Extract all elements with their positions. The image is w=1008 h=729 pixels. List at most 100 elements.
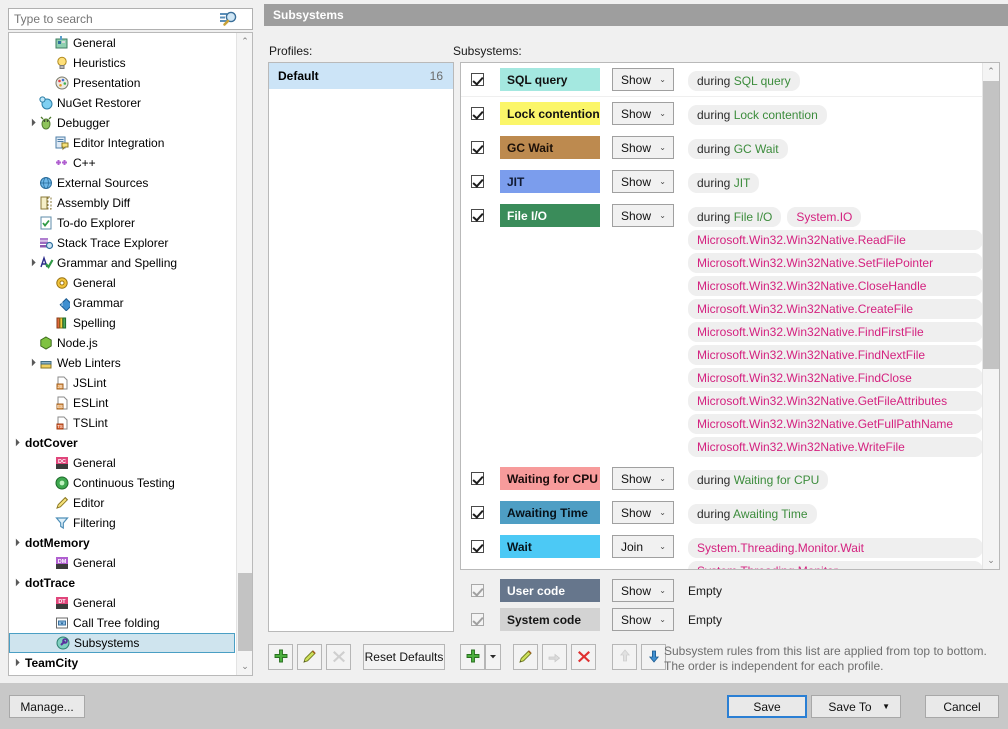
tree-item-general[interactable]: General xyxy=(9,33,237,53)
subsystem-action-dropdown[interactable]: Show⌄ xyxy=(612,608,674,631)
subsystem-method-tag[interactable]: System.Threading.Monitor.Wait xyxy=(688,538,983,558)
profiles-list[interactable]: Default16 xyxy=(268,62,454,632)
tree-item-nuget-restorer[interactable]: NuGet Restorer xyxy=(9,93,237,113)
reset-defaults-button[interactable]: Reset Defaults xyxy=(363,644,445,670)
subsystem-row[interactable]: Lock contentionShow⌄during Lock contenti… xyxy=(461,97,983,131)
tree-item-spelling[interactable]: Spelling xyxy=(9,313,237,333)
subsystem-method-tag[interactable]: System.IO xyxy=(787,207,861,227)
tree-item-editor-integration[interactable]: Editor Integration xyxy=(9,133,237,153)
subsystem-checkbox[interactable] xyxy=(471,472,484,485)
tree-item-external-sources[interactable]: External Sources xyxy=(9,173,237,193)
subsystem-row[interactable]: JITShow⌄during JIT xyxy=(461,165,983,199)
tree-item-grammar-and-spelling[interactable]: ◢Grammar and Spelling xyxy=(9,253,237,273)
tree-item-editor[interactable]: Editor xyxy=(9,493,237,513)
tree-item-stack-trace-explorer[interactable]: Stack Trace Explorer xyxy=(9,233,237,253)
cancel-button[interactable]: Cancel xyxy=(925,695,999,718)
tree-item-continuous-testing[interactable]: Continuous Testing xyxy=(9,473,237,493)
subsystem-method-tag[interactable]: Microsoft.Win32.Win32Native.CloseHandle xyxy=(688,276,983,296)
subsystem-action-dropdown[interactable]: Show⌄ xyxy=(612,68,674,91)
subsystem-method-tag[interactable]: Microsoft.Win32.Win32Native.WriteFile xyxy=(688,437,983,457)
tree-item-node-js[interactable]: Node.js xyxy=(9,333,237,353)
subsystem-action-dropdown[interactable]: Show⌄ xyxy=(612,102,674,125)
subsystem-row[interactable]: Awaiting TimeShow⌄during Awaiting Time xyxy=(461,496,983,530)
tree-item-tslint[interactable]: TSTSLint xyxy=(9,413,237,433)
subsystem-action-dropdown[interactable]: Show⌄ xyxy=(612,170,674,193)
builtin-subsystem-row[interactable]: User codeShow⌄Empty xyxy=(460,576,1000,605)
subsystem-action-dropdown[interactable]: Show⌄ xyxy=(612,136,674,159)
tree-item-dotmemory[interactable]: ◢dotMemory xyxy=(9,533,237,553)
subsystem-row[interactable]: WaitJoin⌄System.Threading.Monitor.WaitSy… xyxy=(461,530,983,569)
edit-subsystem-button[interactable] xyxy=(513,644,538,670)
subsystem-action-dropdown[interactable]: Show⌄ xyxy=(612,204,674,227)
subsystem-during-tag[interactable]: during GC Wait xyxy=(688,139,788,159)
subsystems-scroll-down-icon[interactable]: ⌄ xyxy=(983,552,999,569)
tree-scrollbar[interactable]: ⌃ ⌄ xyxy=(236,33,252,675)
profile-row[interactable]: Default16 xyxy=(269,63,453,89)
tree-item-heuristics[interactable]: Heuristics xyxy=(9,53,237,73)
tree-item-assembly-diff[interactable]: Assembly Diff xyxy=(9,193,237,213)
subsystem-action-dropdown[interactable]: Show⌄ xyxy=(612,467,674,490)
search-input[interactable] xyxy=(9,10,219,28)
subsystems-scrollbar-thumb[interactable] xyxy=(983,81,999,369)
subsystems-list[interactable]: SQL queryShow⌄during SQL queryLock conte… xyxy=(460,62,1000,570)
subsystem-action-dropdown[interactable]: Join⌄ xyxy=(612,535,674,558)
tree-item-general[interactable]: General xyxy=(9,273,237,293)
tree-item-general[interactable]: DCGeneral xyxy=(9,453,237,473)
subsystem-during-tag[interactable]: during File I/O xyxy=(688,207,781,227)
save-to-button[interactable]: Save To ▼ xyxy=(811,695,901,718)
add-subsystem-button[interactable] xyxy=(460,644,485,670)
save-button[interactable]: Save xyxy=(727,695,807,718)
tree-item-grammar[interactable]: iGrammar xyxy=(9,293,237,313)
subsystem-method-tag[interactable]: Microsoft.Win32.Win32Native.FindNextFile xyxy=(688,345,983,365)
tree-item-debugger[interactable]: ◢Debugger xyxy=(9,113,237,133)
tree-item-general[interactable]: DTGeneral xyxy=(9,593,237,613)
tree-item-jslint[interactable]: JSJSLint xyxy=(9,373,237,393)
subsystem-during-tag[interactable]: during JIT xyxy=(688,173,759,193)
subsystem-checkbox[interactable] xyxy=(471,540,484,553)
subsystem-row[interactable]: File I/OShow⌄during File I/OSystem.IOMic… xyxy=(461,199,983,462)
tree-item-call-tree-folding[interactable]: Call Tree folding xyxy=(9,613,237,633)
subsystem-checkbox[interactable] xyxy=(471,175,484,188)
subsystem-method-tag[interactable]: Microsoft.Win32.Win32Native.GetFullPathN… xyxy=(688,414,983,434)
subsystem-row[interactable]: Waiting for CPUShow⌄during Waiting for C… xyxy=(461,462,983,496)
subsystem-checkbox[interactable] xyxy=(471,209,484,222)
tree-item-presentation[interactable]: Presentation xyxy=(9,73,237,93)
tree-item-dottrace[interactable]: ◢dotTrace xyxy=(9,573,237,593)
subsystem-during-tag[interactable]: during Waiting for CPU xyxy=(688,470,828,490)
subsystem-during-tag[interactable]: during SQL query xyxy=(688,71,800,91)
move-down-button[interactable] xyxy=(641,644,666,670)
tree-item-general[interactable]: DMGeneral xyxy=(9,553,237,573)
search-box[interactable] xyxy=(8,8,253,30)
tree-item-eslint[interactable]: ESESLint xyxy=(9,393,237,413)
search-icon[interactable] xyxy=(219,10,239,28)
edit-profile-button[interactable] xyxy=(297,644,322,670)
subsystem-row[interactable]: SQL queryShow⌄during SQL query xyxy=(461,63,983,97)
tree-item-dotcover[interactable]: ◢dotCover xyxy=(9,433,237,453)
subsystem-method-tag[interactable]: Microsoft.Win32.Win32Native.FindFirstFil… xyxy=(688,322,983,342)
tree-scroll-down-icon[interactable]: ⌄ xyxy=(237,658,253,675)
subsystem-checkbox[interactable] xyxy=(471,73,484,86)
tree-item-filtering[interactable]: Filtering xyxy=(9,513,237,533)
subsystem-row[interactable]: GC WaitShow⌄during GC Wait xyxy=(461,131,983,165)
tree-scrollbar-thumb[interactable] xyxy=(238,573,252,651)
subsystem-during-tag[interactable]: during Awaiting Time xyxy=(688,504,817,524)
add-profile-button[interactable] xyxy=(268,644,293,670)
subsystem-checkbox[interactable] xyxy=(471,107,484,120)
subsystems-scrollbar[interactable]: ⌃ ⌄ xyxy=(982,63,999,569)
tree-scroll-up-icon[interactable]: ⌃ xyxy=(237,33,253,50)
tree-item-teamcity[interactable]: ◢TeamCity xyxy=(9,653,237,673)
subsystem-during-tag[interactable]: during Lock contention xyxy=(688,105,827,125)
tree-item-to-do-explorer[interactable]: To-do Explorer xyxy=(9,213,237,233)
subsystem-method-tag[interactable]: Microsoft.Win32.Win32Native.SetFilePoint… xyxy=(688,253,983,273)
subsystems-scroll-up-icon[interactable]: ⌃ xyxy=(983,63,999,80)
subsystem-method-tag[interactable]: Microsoft.Win32.Win32Native.ReadFile xyxy=(688,230,983,250)
manage-button[interactable]: Manage... xyxy=(9,695,85,718)
tree-item-c-[interactable]: C++ xyxy=(9,153,237,173)
tree-item-subsystems[interactable]: Subsystems xyxy=(9,633,235,653)
subsystem-action-dropdown[interactable]: Show⌄ xyxy=(612,579,674,602)
subsystem-method-tag[interactable]: Microsoft.Win32.Win32Native.FindClose xyxy=(688,368,983,388)
subsystem-method-tag[interactable]: Microsoft.Win32.Win32Native.CreateFile xyxy=(688,299,983,319)
subsystem-method-tag[interactable]: Microsoft.Win32.Win32Native.GetFileAttri… xyxy=(688,391,983,411)
subsystem-action-dropdown[interactable]: Show⌄ xyxy=(612,501,674,524)
add-subsystem-dropdown[interactable] xyxy=(485,644,501,670)
